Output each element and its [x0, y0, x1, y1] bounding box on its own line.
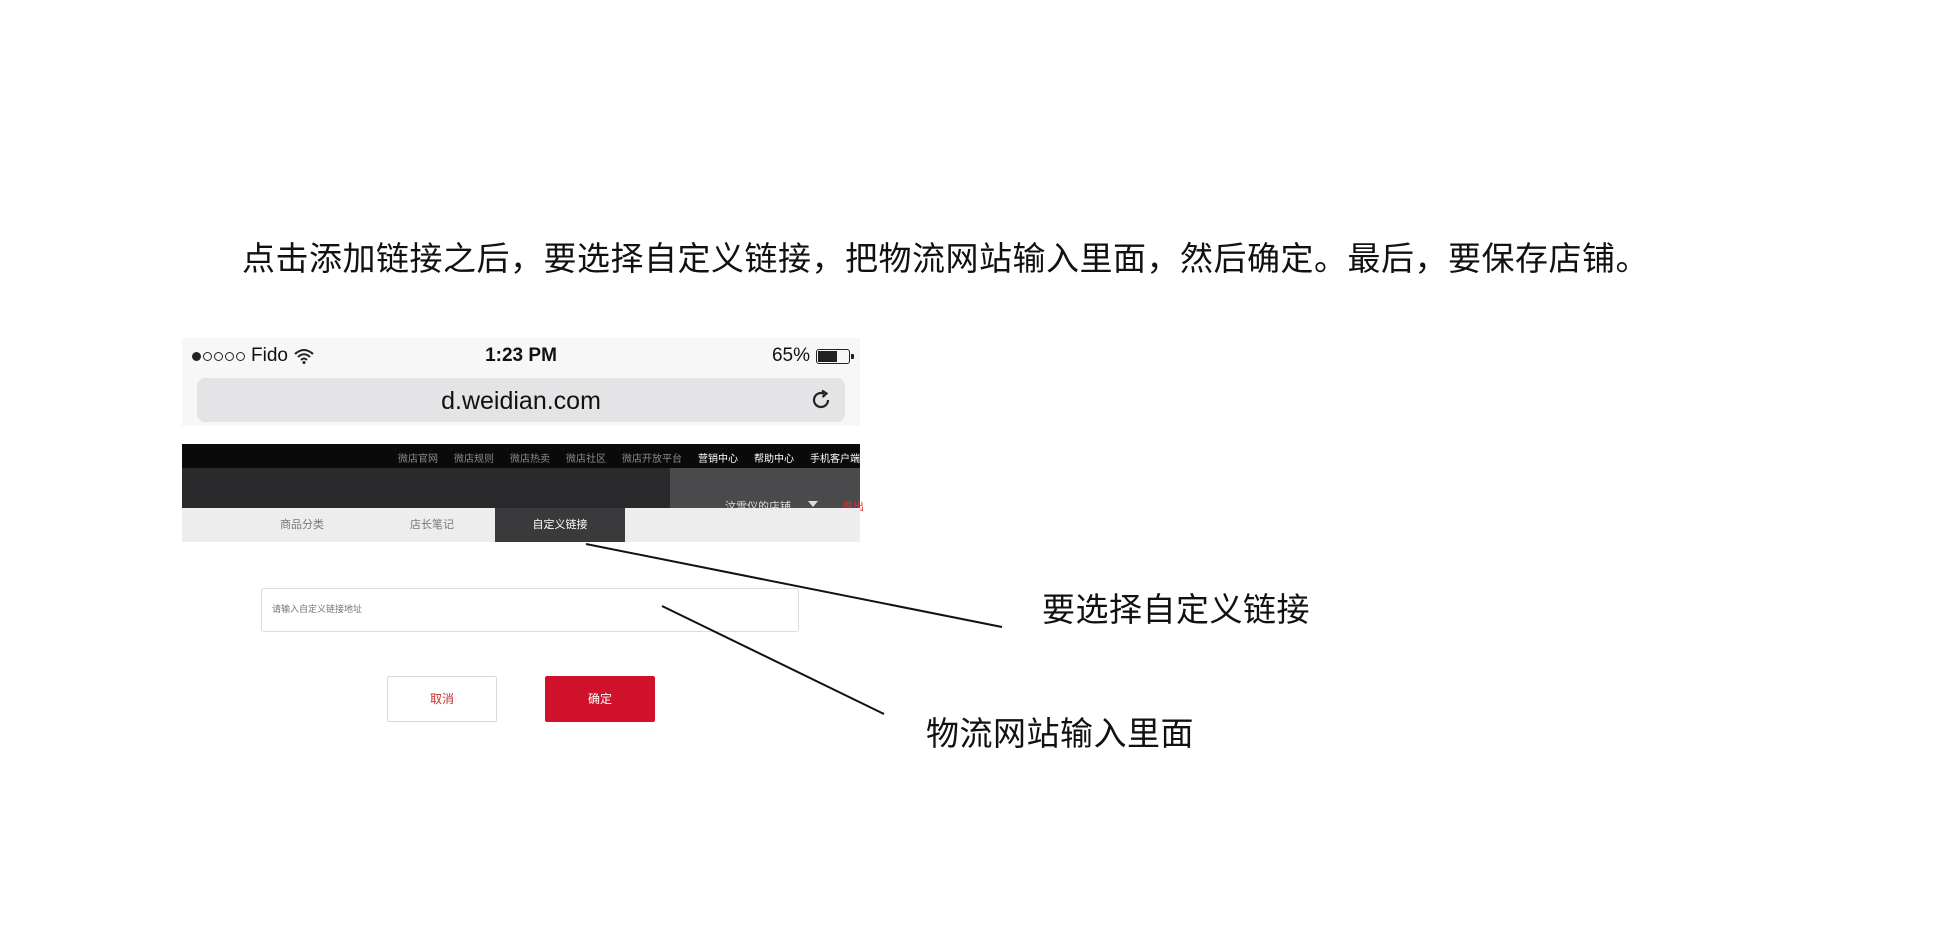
status-time: 1:23 PM: [485, 345, 557, 366]
callout-enter-website: 物流网站输入里面: [926, 714, 1194, 753]
address-bar[interactable]: d.weidian.com: [197, 378, 845, 422]
battery-icon: [816, 348, 854, 364]
top-nav-link[interactable]: 微店官网: [398, 450, 438, 465]
caret-down-icon[interactable]: [808, 501, 818, 507]
top-nav-links: 微店官网 微店规则 微店热卖 微店社区 微店开放平台 营销中心 帮助中心 手机客户端: [398, 450, 860, 465]
status-bar: Fido 1:23 PM 65%: [182, 338, 860, 374]
status-right: 65%: [771, 345, 854, 367]
top-nav-link[interactable]: 营销中心: [698, 450, 738, 465]
top-nav-link[interactable]: 微店热卖: [510, 450, 550, 465]
callout-select-custom-link: 要选择自定义链接: [1042, 590, 1310, 629]
custom-link-input[interactable]: [261, 588, 799, 632]
top-nav-link[interactable]: 手机客户端: [810, 450, 860, 465]
battery-level-fill: [818, 350, 837, 362]
phone-screenshot: Fido 1:23 PM 65% d.weidian.com 微店官网 微店规则…: [182, 338, 864, 738]
shop-menu[interactable]: 汶雪仪的店铺 退出: [670, 468, 864, 513]
top-nav-link[interactable]: 帮助中心: [754, 450, 794, 465]
top-nav-link[interactable]: 微店规则: [454, 450, 494, 465]
top-nav-link[interactable]: 微店社区: [566, 450, 606, 465]
battery-percent: 65%: [771, 345, 810, 366]
url-text: d.weidian.com: [441, 387, 601, 415]
site-header: 汶雪仪的店铺 退出: [182, 468, 864, 513]
reload-icon[interactable]: [809, 388, 833, 412]
link-type-tabs: 商品分类 店长笔记 自定义链接: [182, 508, 860, 542]
top-nav-link[interactable]: 微店开放平台: [622, 450, 682, 465]
top-nav: 微店官网 微店规则 微店热卖 微店社区 微店开放平台 营销中心 帮助中心 手机客户端: [182, 444, 860, 468]
tab-product-category[interactable]: 商品分类: [242, 508, 362, 542]
confirm-button[interactable]: 确定: [545, 676, 655, 722]
tab-custom-link[interactable]: 自定义链接: [495, 508, 625, 542]
cancel-button[interactable]: 取消: [387, 676, 497, 722]
instruction-text: 点击添加链接之后，要选择自定义链接，把物流网站输入里面，然后确定。最后，要保存店…: [242, 239, 1649, 278]
tab-owner-notes[interactable]: 店长笔记: [372, 508, 492, 542]
browser-toolbar: d.weidian.com: [182, 374, 860, 426]
page: 点击添加链接之后，要选择自定义链接，把物流网站输入里面，然后确定。最后，要保存店…: [0, 0, 1940, 938]
